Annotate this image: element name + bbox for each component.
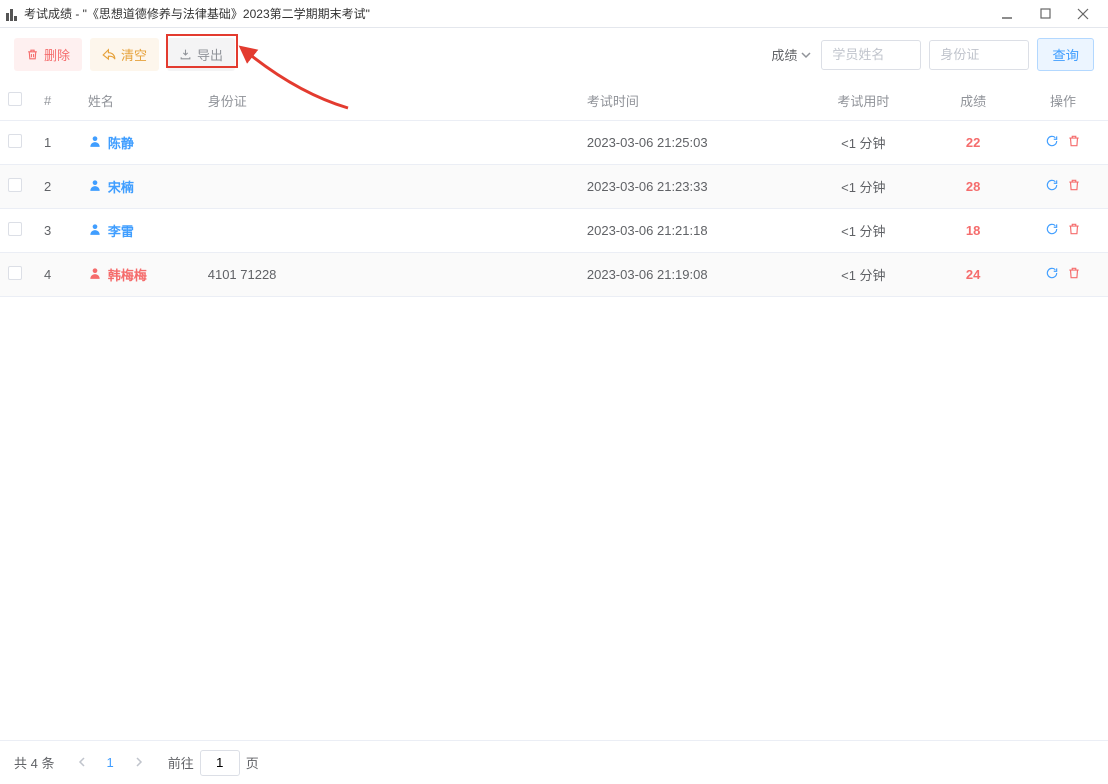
- clear-label: 清空: [121, 45, 147, 64]
- close-button[interactable]: [1064, 2, 1102, 26]
- export-icon: [179, 48, 192, 61]
- student-name: 陈静: [108, 133, 134, 152]
- score-filter-dropdown[interactable]: 成绩: [771, 45, 811, 64]
- id-number-input[interactable]: [929, 40, 1029, 70]
- trash-icon: [26, 48, 39, 61]
- row-delete-button[interactable]: [1067, 134, 1081, 151]
- row-checkbox[interactable]: [8, 222, 22, 236]
- minimize-button[interactable]: [988, 2, 1026, 26]
- exam-duration: <1 分钟: [798, 121, 928, 165]
- table-row: 1 陈静 2023-03-06 21:25:03<1 分钟 22: [0, 121, 1108, 165]
- chevron-left-icon: [77, 757, 87, 767]
- col-id: 身份证: [200, 81, 579, 121]
- results-table: # 姓名 身份证 考试时间 考试用时 成绩 操作 1 陈静 2023-03-06 2…: [0, 81, 1108, 297]
- id-number: 4101 71228: [200, 253, 579, 297]
- person-icon: [88, 266, 102, 283]
- toolbar: 删除 清空 导出 成绩 查询: [0, 28, 1108, 81]
- export-button[interactable]: 导出: [167, 38, 235, 71]
- query-button[interactable]: 查询: [1037, 38, 1094, 71]
- app-icon: [6, 7, 20, 21]
- exam-score: 18: [966, 223, 980, 238]
- id-number: [200, 209, 579, 253]
- exam-score: 28: [966, 179, 980, 194]
- table-row: 3 李雷 2023-03-06 21:21:18<1 分钟 18: [0, 209, 1108, 253]
- export-label: 导出: [197, 45, 223, 64]
- row-checkbox[interactable]: [8, 134, 22, 148]
- student-name-link[interactable]: 宋楠: [88, 177, 134, 196]
- student-name: 宋楠: [108, 177, 134, 196]
- row-refresh-button[interactable]: [1045, 178, 1059, 195]
- table-row: 4 韩梅梅 4101 712282023-03-06 21:19:08<1 分钟 24: [0, 253, 1108, 297]
- total-count: 共 4 条: [14, 753, 55, 772]
- pager-current[interactable]: 1: [99, 751, 122, 774]
- row-refresh-button[interactable]: [1045, 222, 1059, 239]
- exam-time: 2023-03-06 21:25:03: [579, 121, 799, 165]
- maximize-button[interactable]: [1026, 2, 1064, 26]
- row-delete-button[interactable]: [1067, 266, 1081, 283]
- footer: 共 4 条 1 前往 页: [0, 740, 1108, 784]
- col-operation: 操作: [1018, 81, 1108, 121]
- row-delete-button[interactable]: [1067, 222, 1081, 239]
- table-row: 2 宋楠 2023-03-06 21:23:33<1 分钟 28: [0, 165, 1108, 209]
- person-icon: [88, 178, 102, 195]
- student-name-link[interactable]: 李雷: [88, 221, 134, 240]
- col-index: #: [36, 81, 80, 121]
- row-refresh-button[interactable]: [1045, 266, 1059, 283]
- row-refresh-button[interactable]: [1045, 134, 1059, 151]
- student-name: 李雷: [108, 221, 134, 240]
- jump-input[interactable]: [200, 750, 240, 776]
- row-delete-button[interactable]: [1067, 178, 1081, 195]
- student-name-link[interactable]: 陈静: [88, 133, 134, 152]
- clear-icon: [102, 48, 116, 62]
- exam-duration: <1 分钟: [798, 253, 928, 297]
- jump-suffix: 页: [246, 753, 259, 772]
- id-number: [200, 121, 579, 165]
- delete-button[interactable]: 删除: [14, 38, 82, 71]
- table-header-row: # 姓名 身份证 考试时间 考试用时 成绩 操作: [0, 81, 1108, 121]
- pager-prev[interactable]: [73, 751, 91, 774]
- row-checkbox[interactable]: [8, 178, 22, 192]
- exam-time: 2023-03-06 21:23:33: [579, 165, 799, 209]
- col-duration: 考试用时: [798, 81, 928, 121]
- clear-button[interactable]: 清空: [90, 38, 159, 71]
- exam-score: 24: [966, 267, 980, 282]
- chevron-down-icon: [801, 50, 811, 60]
- jump-prefix: 前往: [168, 753, 194, 772]
- select-all-checkbox[interactable]: [8, 92, 22, 106]
- row-index: 4: [36, 253, 80, 297]
- pager: 1: [73, 751, 148, 774]
- person-icon: [88, 134, 102, 151]
- exam-time: 2023-03-06 21:21:18: [579, 209, 799, 253]
- row-index: 2: [36, 165, 80, 209]
- exam-duration: <1 分钟: [798, 209, 928, 253]
- person-icon: [88, 222, 102, 239]
- col-name: 姓名: [80, 81, 200, 121]
- student-name-link[interactable]: 韩梅梅: [88, 265, 147, 284]
- student-name: 韩梅梅: [108, 265, 147, 284]
- col-score: 成绩: [928, 81, 1018, 121]
- row-checkbox[interactable]: [8, 266, 22, 280]
- titlebar: 考试成绩 - "《思想道德修养与法律基础》2023第二学期期末考试": [0, 0, 1108, 28]
- window-controls: [988, 2, 1102, 26]
- score-filter-label: 成绩: [771, 45, 797, 64]
- exam-time: 2023-03-06 21:19:08: [579, 253, 799, 297]
- student-name-input[interactable]: [821, 40, 921, 70]
- row-index: 3: [36, 209, 80, 253]
- col-time: 考试时间: [579, 81, 799, 121]
- chevron-right-icon: [134, 757, 144, 767]
- id-number: [200, 165, 579, 209]
- exam-score: 22: [966, 135, 980, 150]
- exam-duration: <1 分钟: [798, 165, 928, 209]
- page-jump: 前往 页: [168, 750, 259, 776]
- delete-label: 删除: [44, 45, 70, 64]
- window-title: 考试成绩 - "《思想道德修养与法律基础》2023第二学期期末考试": [24, 5, 988, 22]
- pager-next[interactable]: [130, 751, 148, 774]
- row-index: 1: [36, 121, 80, 165]
